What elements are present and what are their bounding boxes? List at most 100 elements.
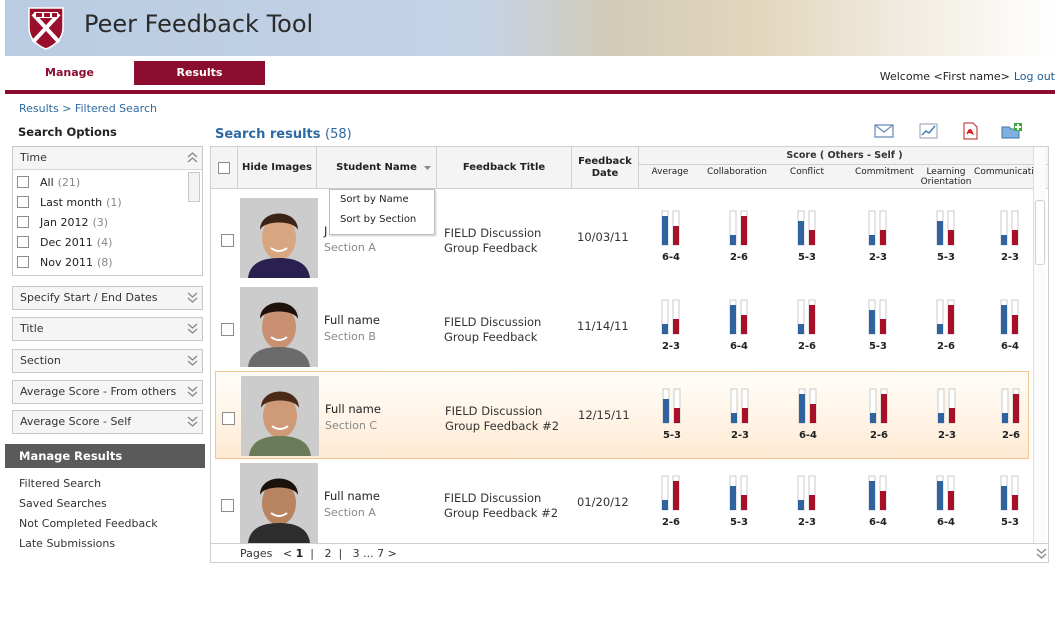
tab-results[interactable]: Results <box>134 61 265 85</box>
score-label: 2-3 <box>937 430 957 441</box>
checkbox[interactable] <box>17 236 29 248</box>
pdf-icon[interactable] <box>959 122 981 140</box>
score-col-label: Commitment <box>855 167 914 177</box>
row-checkbox[interactable] <box>221 499 234 512</box>
time-filter-item[interactable]: Jan 2012 (3) <box>17 214 108 230</box>
link-not-completed[interactable]: Not Completed Feedback <box>19 517 158 530</box>
harvard-shield-logo <box>28 7 64 50</box>
time-item-count: (3) <box>92 215 109 229</box>
checkbox[interactable] <box>17 256 29 268</box>
time-filter-item[interactable]: Nov 2011 (8) <box>17 254 113 270</box>
feedback-title[interactable]: FIELD Discussion Group Feedback #2 <box>445 404 559 434</box>
score-col-header: Commitment <box>855 167 914 177</box>
chevron-down-icon[interactable] <box>187 323 198 334</box>
feedback-title[interactable]: FIELD Discussion Group Feedback <box>444 315 541 345</box>
others-bar <box>869 310 875 334</box>
time-filter-item[interactable]: Last month (1) <box>17 194 122 210</box>
chevron-down-icon[interactable] <box>187 355 198 366</box>
row-checkbox[interactable] <box>221 234 234 247</box>
tab-manage[interactable]: Manage <box>5 61 134 85</box>
self-bar <box>673 481 679 510</box>
sort-by-name-option[interactable]: Sort by Name <box>330 190 434 210</box>
others-bar <box>1001 235 1007 245</box>
score-label: 6-4 <box>729 341 749 352</box>
filter-section[interactable]: Section <box>12 349 203 373</box>
link-saved-searches[interactable]: Saved Searches <box>19 497 107 510</box>
logout-link[interactable]: Log out <box>1014 70 1055 83</box>
sort-by-section-option[interactable]: Sort by Section <box>330 210 434 230</box>
time-item-label: All <box>40 175 54 189</box>
time-filter-header[interactable]: Time <box>13 147 202 169</box>
student-name[interactable]: Full name <box>324 489 380 503</box>
filter-avg-self[interactable]: Average Score - Self <box>12 410 203 434</box>
sort-dropdown-icon[interactable] <box>424 166 431 171</box>
self-bar <box>949 408 955 423</box>
checkbox[interactable] <box>17 216 29 228</box>
pager-current[interactable]: 1 <box>296 547 304 560</box>
breadcrumb[interactable]: Results > Filtered Search <box>19 102 157 115</box>
time-filter-item[interactable]: Dec 2011 (4) <box>17 234 112 250</box>
table-scrollbar[interactable] <box>1033 147 1046 562</box>
score-bar-chart <box>1000 210 1019 246</box>
score-col-label-2: Orientation <box>920 177 972 187</box>
scrollbar-thumb[interactable] <box>1035 200 1045 265</box>
row-checkbox[interactable] <box>221 323 234 336</box>
col-feedback-date[interactable]: Feedback Date <box>572 147 639 189</box>
table-row[interactable]: Full name Section A FIELD Discussion Group … <box>211 459 1037 547</box>
filter-avg-others[interactable]: Average Score - From others <box>12 380 203 404</box>
pager-prev[interactable]: < <box>283 547 292 560</box>
table-row[interactable]: Full name Section C FIELD Discussion Group … <box>215 371 1029 459</box>
header-banner: Peer Feedback Tool <box>5 0 1055 56</box>
self-bar <box>674 408 680 423</box>
self-bar <box>880 230 886 245</box>
time-filter-item[interactable]: All (21) <box>17 174 80 190</box>
link-late-submissions[interactable]: Late Submissions <box>19 537 115 550</box>
filter-title[interactable]: Title <box>12 317 203 341</box>
select-all-checkbox[interactable] <box>218 162 230 174</box>
student-name[interactable]: Full name <box>325 402 381 416</box>
chevron-down-icon[interactable] <box>187 386 198 397</box>
checkbox[interactable] <box>17 196 29 208</box>
row-checkbox[interactable] <box>222 412 235 425</box>
student-photo <box>240 198 318 278</box>
feedback-title[interactable]: FIELD Discussion Group Feedback <box>444 226 541 256</box>
self-bar <box>810 404 816 423</box>
others-bar <box>798 500 804 510</box>
pager-more[interactable]: 3 ... 7 <box>353 547 384 560</box>
email-icon[interactable] <box>873 122 895 140</box>
search-results-title: Search results (58) <box>215 127 352 142</box>
student-name[interactable]: Full name <box>324 313 380 327</box>
score-bar-chart <box>797 299 816 335</box>
col-feedback-title[interactable]: Feedback Title <box>437 147 572 189</box>
col-hide-images[interactable]: Hide Images <box>238 147 317 189</box>
add-folder-icon[interactable] <box>1001 122 1023 140</box>
chevron-down-icon[interactable] <box>187 416 198 427</box>
student-name[interactable]: J <box>324 224 327 238</box>
table-row[interactable]: Full name Section B FIELD Discussion Group … <box>211 283 1037 371</box>
score-col-header: Conflict <box>781 167 833 177</box>
score-bar-chart <box>798 388 817 424</box>
col-student-name[interactable]: Student Name <box>317 147 437 189</box>
time-item-count: (1) <box>106 195 122 209</box>
link-filtered-search[interactable]: Filtered Search <box>19 477 101 490</box>
feedback-title[interactable]: FIELD Discussion Group Feedback #2 <box>444 491 558 521</box>
filter-label: Average Score - Self <box>20 415 132 428</box>
feedback-date: 01/20/12 <box>577 495 629 509</box>
checkbox[interactable] <box>17 176 29 188</box>
pager-page-2[interactable]: 2 <box>324 547 331 560</box>
score-label: 2-6 <box>1001 430 1021 441</box>
feedback-date: 12/15/11 <box>578 408 630 422</box>
score-label: 2-6 <box>869 430 889 441</box>
expand-icon[interactable] <box>1036 548 1047 559</box>
chevron-down-icon[interactable] <box>187 292 198 303</box>
pager-next[interactable]: > <box>388 547 397 560</box>
time-list-scrollbar[interactable] <box>188 172 200 202</box>
filter-dates[interactable]: Specify Start / End Dates <box>12 286 203 310</box>
others-bar <box>1002 413 1008 423</box>
score-bar-chart <box>797 210 816 246</box>
feedback-title-line1: FIELD Discussion <box>444 491 542 505</box>
score-label: 2-3 <box>661 341 681 352</box>
results-table: Hide Images Student Name Feedback Title … <box>210 146 1049 563</box>
chevron-up-icon[interactable] <box>187 152 198 163</box>
chart-icon[interactable] <box>918 122 940 140</box>
